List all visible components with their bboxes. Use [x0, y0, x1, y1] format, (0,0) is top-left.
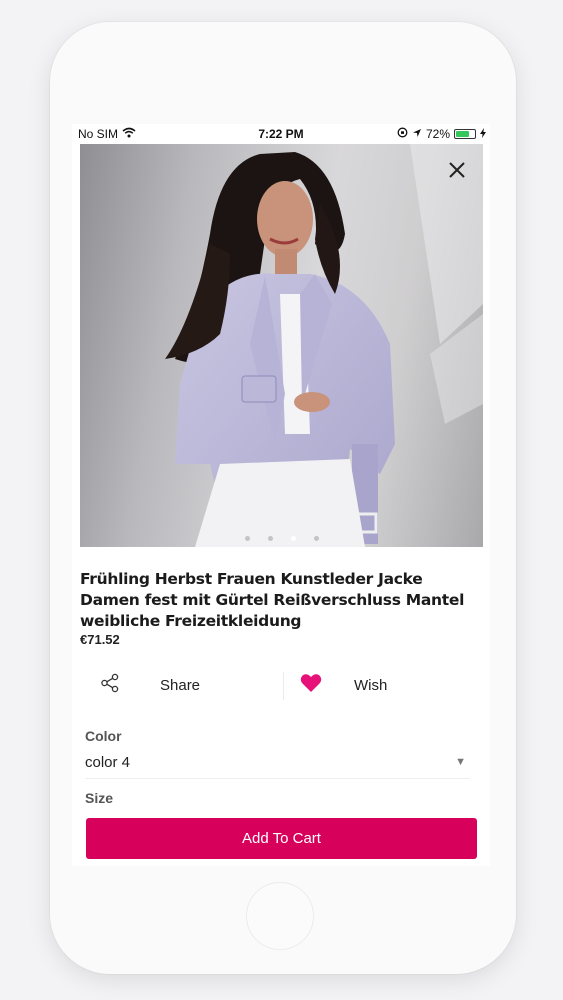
wish-label: Wish [354, 676, 388, 694]
home-button[interactable] [246, 882, 314, 950]
pager-dot[interactable] [313, 536, 319, 541]
image-pager[interactable] [80, 536, 483, 541]
battery-percent: 72% [425, 127, 450, 141]
pager-dot[interactable] [267, 536, 273, 541]
charging-icon [480, 127, 486, 141]
battery-fill [456, 131, 469, 137]
color-select[interactable]: color 4 ▼ [85, 750, 470, 779]
pager-dot[interactable] [290, 536, 296, 541]
product-title: Frühling Herbst Frauen Kunstleder Jacke … [80, 570, 465, 630]
color-value: color 4 [85, 754, 131, 771]
app-screen: No SIM 7:22 PM 72% Frühling Herbst Fraue… [72, 124, 490, 866]
action-divider [283, 672, 284, 700]
pager-dot[interactable] [244, 536, 250, 541]
add-to-cart-button[interactable]: Add To Cart [86, 818, 477, 859]
action-row: Share Wish [80, 664, 485, 706]
share-label: Share [160, 676, 201, 694]
share-button[interactable]: Share [100, 664, 270, 706]
lock-rotation-icon [397, 127, 408, 141]
color-label: Color [85, 728, 122, 744]
size-label: Size [85, 790, 114, 806]
close-icon [449, 162, 465, 178]
wish-button[interactable]: Wish [300, 664, 470, 706]
close-button[interactable] [445, 158, 469, 182]
chevron-down-icon: ▼ [455, 756, 466, 768]
product-price: €71.52 [80, 632, 120, 647]
product-image[interactable] [80, 144, 483, 547]
location-arrow-icon [412, 127, 422, 141]
status-bar: No SIM 7:22 PM 72% [72, 124, 490, 144]
heart-icon [300, 673, 334, 698]
battery-icon [454, 129, 476, 139]
share-icon [100, 673, 134, 698]
product-photo [165, 144, 483, 547]
